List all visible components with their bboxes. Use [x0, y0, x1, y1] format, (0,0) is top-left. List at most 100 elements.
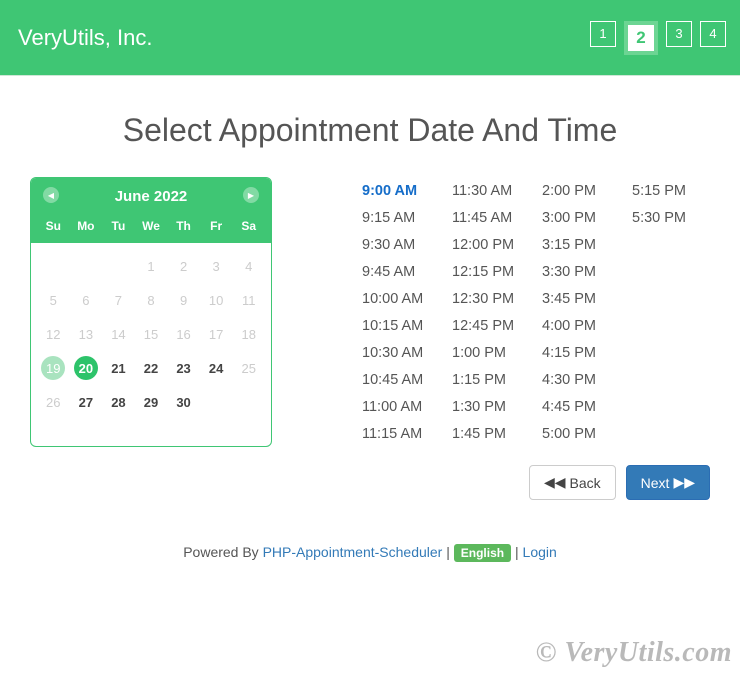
calendar-dow: Sa	[232, 219, 265, 233]
time-column: 11:30 AM11:45 AM12:00 PM12:15 PM12:30 PM…	[452, 177, 530, 447]
calendar-day: 10	[200, 283, 233, 317]
time-slot[interactable]: 12:30 PM	[452, 285, 530, 312]
calendar-dow: We	[135, 219, 168, 233]
calendar-day: 16	[167, 317, 200, 351]
step-2[interactable]: 2	[624, 21, 658, 55]
content-area: ◀ June 2022 ▶ SuMoTuWeThFrSa 12345678910…	[0, 177, 740, 447]
calendar-day: 18	[232, 317, 265, 351]
prev-month-icon[interactable]: ◀	[43, 187, 59, 203]
time-slot[interactable]: 1:00 PM	[452, 339, 530, 366]
calendar-week: 12131415161718	[37, 317, 265, 351]
calendar-day: 3	[200, 249, 233, 283]
calendar-week: 19 202122232425	[37, 351, 265, 385]
calendar-day[interactable]: 29	[135, 385, 168, 419]
timeslot-columns: 9:00 AM9:15 AM9:30 AM9:45 AM10:00 AM10:1…	[362, 177, 710, 447]
time-slot[interactable]: 12:00 PM	[452, 231, 530, 258]
calendar-day[interactable]: 21	[102, 351, 135, 385]
brand-title: VeryUtils, Inc.	[18, 25, 152, 51]
calendar-day[interactable]: 20	[74, 356, 98, 380]
time-slot[interactable]: 9:30 AM	[362, 231, 440, 258]
calendar-day-empty	[70, 249, 103, 283]
time-slot[interactable]: 3:00 PM	[542, 204, 620, 231]
calendar-day: 6	[70, 283, 103, 317]
watermark: © VeryUtils.com	[536, 637, 732, 669]
time-slot[interactable]: 3:45 PM	[542, 285, 620, 312]
calendar-day: 15	[135, 317, 168, 351]
back-button[interactable]: ◀◀ Back	[529, 465, 616, 500]
time-slot[interactable]: 10:45 AM	[362, 366, 440, 393]
calendar-day: 4	[232, 249, 265, 283]
back-button-label: Back	[570, 475, 601, 491]
nav-buttons: ◀◀ Back Next ▶▶	[0, 447, 740, 500]
calendar-day: 14	[102, 317, 135, 351]
calendar-day: 8	[135, 283, 168, 317]
time-slot[interactable]: 4:00 PM	[542, 312, 620, 339]
calendar-day: 25	[232, 351, 265, 385]
time-slot[interactable]: 11:00 AM	[362, 393, 440, 420]
time-slot[interactable]: 4:45 PM	[542, 393, 620, 420]
step-4[interactable]: 4	[700, 21, 726, 47]
time-slot[interactable]: 9:45 AM	[362, 258, 440, 285]
time-slot[interactable]: 10:00 AM	[362, 285, 440, 312]
time-slot[interactable]: 12:15 PM	[452, 258, 530, 285]
timeslots-panel: 9:00 AM9:15 AM9:30 AM9:45 AM10:00 AM10:1…	[302, 177, 710, 447]
time-slot[interactable]: 11:30 AM	[452, 177, 530, 204]
next-button[interactable]: Next ▶▶	[626, 465, 710, 500]
calendar-day: 17	[200, 317, 233, 351]
next-month-icon[interactable]: ▶	[243, 187, 259, 203]
calendar-day-empty	[102, 249, 135, 283]
time-slot[interactable]: 3:30 PM	[542, 258, 620, 285]
time-slot[interactable]: 11:15 AM	[362, 420, 440, 447]
calendar-day[interactable]: 19	[41, 356, 65, 380]
calendar-day: 7	[102, 283, 135, 317]
time-slot[interactable]: 9:15 AM	[362, 204, 440, 231]
calendar-day[interactable]: 24	[200, 351, 233, 385]
time-slot[interactable]: 4:30 PM	[542, 366, 620, 393]
calendar-day-empty	[37, 249, 70, 283]
time-slot[interactable]: 1:45 PM	[452, 420, 530, 447]
page-title: Select Appointment Date And Time	[0, 112, 740, 149]
time-column: 2:00 PM3:00 PM3:15 PM3:30 PM3:45 PM4:00 …	[542, 177, 620, 447]
time-slot[interactable]: 1:30 PM	[452, 393, 530, 420]
calendar-day: 13	[70, 317, 103, 351]
calendar-day: 5	[37, 283, 70, 317]
time-slot[interactable]: 10:30 AM	[362, 339, 440, 366]
time-slot[interactable]: 1:15 PM	[452, 366, 530, 393]
step-1[interactable]: 1	[590, 21, 616, 47]
calendar-day[interactable]: 22	[135, 351, 168, 385]
calendar-dow: Fr	[200, 219, 233, 233]
step-3[interactable]: 3	[666, 21, 692, 47]
time-slot[interactable]: 5:15 PM	[632, 177, 710, 204]
calendar-dow: Mo	[70, 219, 103, 233]
time-slot[interactable]: 5:00 PM	[542, 420, 620, 447]
calendar-week: 2627282930	[37, 385, 265, 419]
time-column: 5:15 PM5:30 PM	[632, 177, 710, 447]
time-slot[interactable]: 3:15 PM	[542, 231, 620, 258]
calendar-dow: Su	[37, 219, 70, 233]
login-link[interactable]: Login	[523, 544, 557, 560]
calendar-day: 1	[135, 249, 168, 283]
app-header: VeryUtils, Inc. 1234	[0, 0, 740, 76]
time-slot[interactable]: 5:30 PM	[632, 204, 710, 231]
calendar-day: 12	[37, 317, 70, 351]
language-badge[interactable]: English	[454, 544, 511, 562]
time-slot[interactable]: 11:45 AM	[452, 204, 530, 231]
calendar-day[interactable]: 30	[167, 385, 200, 419]
calendar-dow: Tu	[102, 219, 135, 233]
calendar-day: 9	[167, 283, 200, 317]
time-slot[interactable]: 10:15 AM	[362, 312, 440, 339]
calendar-week: 567891011	[37, 283, 265, 317]
rewind-icon: ◀◀	[544, 474, 566, 491]
time-slot[interactable]: 2:00 PM	[542, 177, 620, 204]
calendar-day[interactable]: 23	[167, 351, 200, 385]
time-slot[interactable]: 12:45 PM	[452, 312, 530, 339]
product-link[interactable]: PHP-Appointment-Scheduler	[263, 544, 443, 560]
calendar-day-empty	[232, 385, 265, 419]
calendar-day-empty	[200, 385, 233, 419]
time-slot[interactable]: 9:00 AM	[362, 177, 440, 204]
footer-prefix: Powered By	[183, 544, 262, 560]
calendar-day: 11	[232, 283, 265, 317]
calendar-day[interactable]: 27	[70, 385, 103, 419]
time-slot[interactable]: 4:15 PM	[542, 339, 620, 366]
calendar-day[interactable]: 28	[102, 385, 135, 419]
